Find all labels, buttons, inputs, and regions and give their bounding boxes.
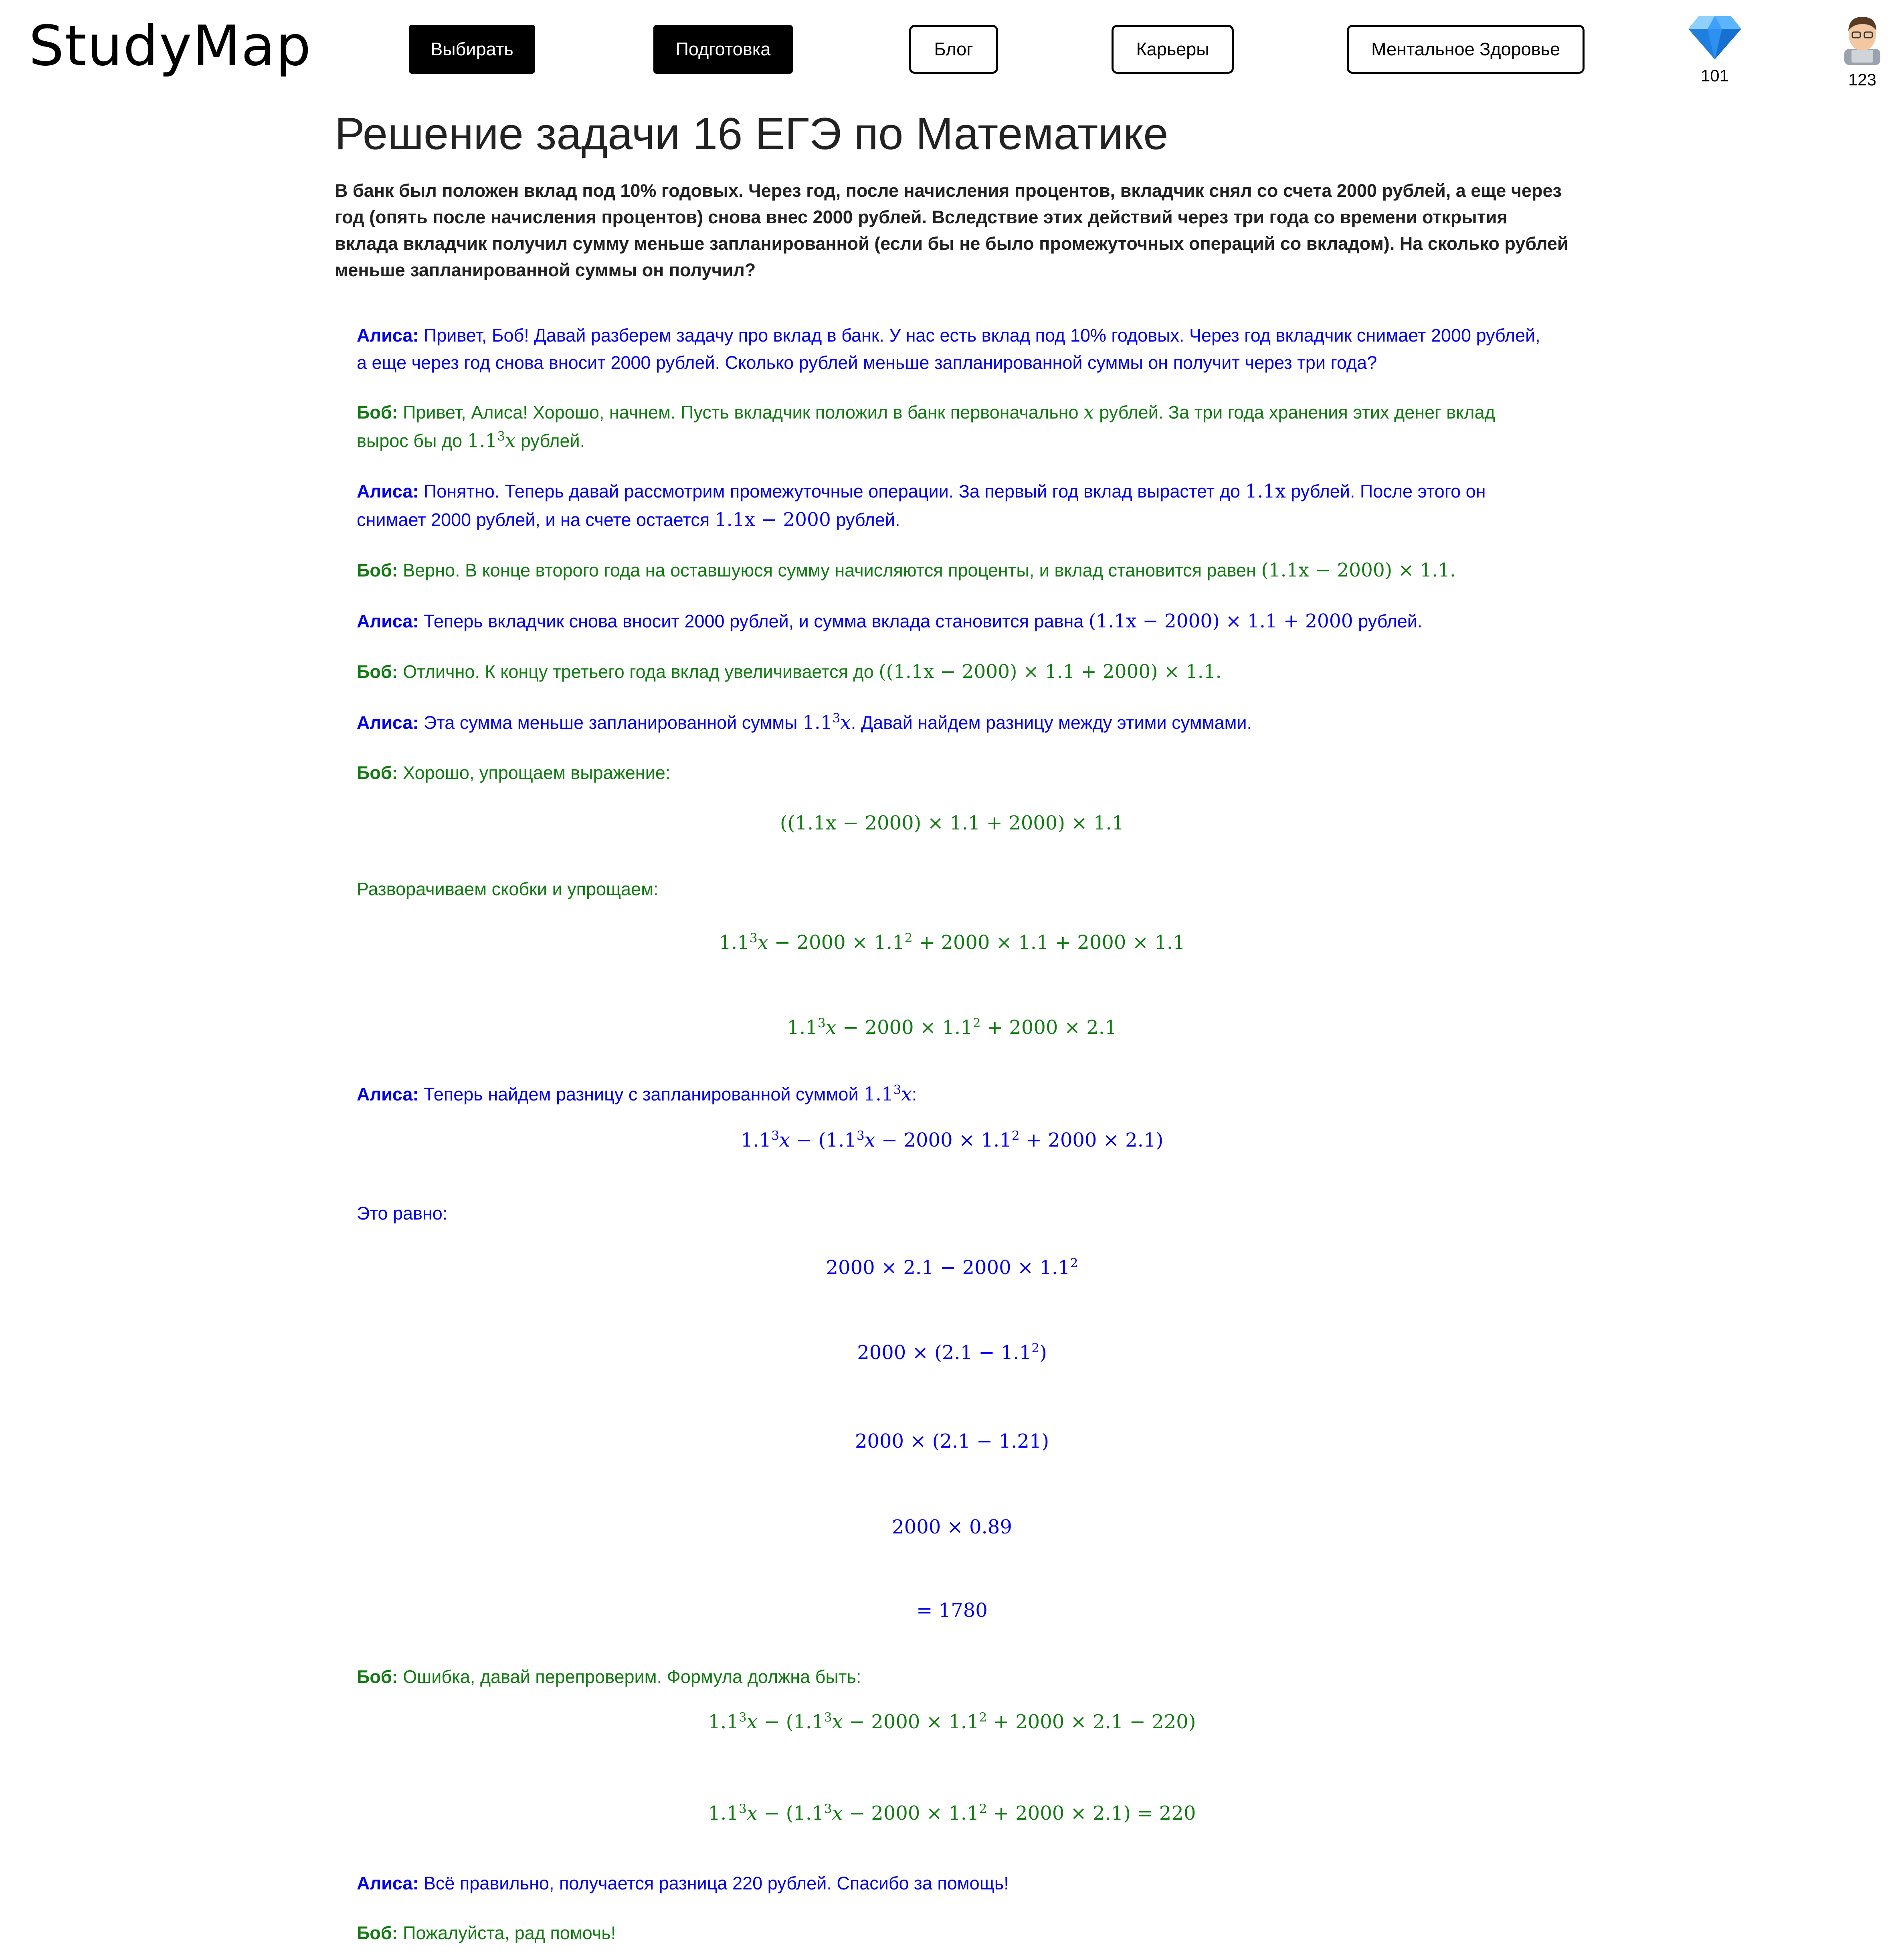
message-text: рублей. (831, 509, 900, 530)
math-inline: ((1.1x − 2000) × 1.1 + 2000) × 1.1. (879, 661, 1222, 683)
math-equation: 2000 × (2.1 − 1.12) (857, 1341, 1047, 1364)
speaker-bob: Боб: (357, 1922, 398, 1943)
dialog-message: Алиса: Теперь вкладчик снова вносит 2000… (357, 607, 1547, 636)
dialog-message: Алиса: Привет, Боб! Давай разберем задач… (357, 322, 1547, 376)
main-content: Решение задачи 16 ЕГЭ по Математике В ба… (335, 108, 1569, 1958)
profile-counter[interactable]: 123 (1826, 13, 1898, 89)
math-inline: 1.1x (1245, 480, 1286, 503)
nav-mental-health-button[interactable]: Ментальное Здоровье (1347, 25, 1585, 74)
speaker-bob: Боб: (357, 1666, 398, 1687)
math-equation: 1.13x − 2000 × 1.12 + 2000 × 2.1 (787, 1016, 1117, 1039)
message-text: Отлично. К концу третьего года вклад уве… (403, 661, 879, 682)
message-text: Пожалуйста, рад помочь! (403, 1922, 616, 1943)
math-equation: 1.13x − 2000 × 1.12 + 2000 × 1.1 + 2000 … (719, 930, 1185, 954)
studymap-logo[interactable]: StudyMap (29, 14, 312, 78)
speaker-bob: Боб: (357, 402, 398, 423)
math-inline: (1.1x − 2000) × 1.1. (1261, 559, 1456, 582)
message-text: Теперь вкладчик снова вносит 2000 рублей… (423, 611, 1089, 631)
message-text: Разворачиваем скобки и упрощаем: (357, 879, 659, 900)
math-inline: 1.13x (467, 429, 516, 452)
math-inline: 1.13x (863, 1082, 912, 1105)
message-text: : (912, 1084, 917, 1104)
math-equation: 2000 × (2.1 − 1.21) (855, 1430, 1049, 1452)
speaker-alice: Алиса: (357, 325, 419, 346)
math-equation: 1.13x − (1.13x − 2000 × 1.12 + 2000 × 2.… (708, 1710, 1196, 1733)
message-text: Привет, Алиса! Хорошо, начнем. Пусть вкл… (403, 402, 1084, 423)
message-text: Это равно: (357, 1203, 448, 1224)
speaker-alice: Алиса: (357, 1873, 419, 1894)
speaker-alice: Алиса: (357, 481, 419, 502)
dialog-message: Алиса: Теперь найдем разницу с запланиро… (357, 1080, 1547, 1623)
top-navigation: StudyMap Выбирать Подготовка Блог Карьер… (0, 0, 1904, 100)
dialog-message: Боб: Отлично. К концу третьего года вкла… (357, 658, 1547, 686)
profile-count: 123 (1848, 70, 1877, 89)
speaker-alice: Алиса: (357, 611, 419, 631)
message-text: Ошибка, давай перепроверим. Формула долж… (403, 1666, 861, 1687)
speaker-bob: Боб: (357, 763, 398, 783)
message-text: Верно. В конце второго года на оставшуюс… (403, 560, 1261, 581)
dialog-message: Боб: Привет, Алиса! Хорошо, начнем. Пуст… (357, 398, 1547, 455)
dialog-message: Алиса: Понятно. Теперь давай рассмотрим … (357, 477, 1547, 534)
page-title: Решение задачи 16 ЕГЭ по Математике (335, 109, 1168, 159)
message-text: Привет, Боб! Давай разберем задачу про в… (357, 325, 1540, 373)
speaker-bob: Боб: (357, 661, 398, 682)
nav-preparation-button[interactable]: Подготовка (653, 25, 793, 74)
message-text: рублей. (515, 430, 585, 451)
dialog-message: Боб: Ошибка, давай перепроверим. Формула… (357, 1663, 1547, 1826)
nav-choose-button[interactable]: Выбирать (409, 25, 535, 74)
problem-statement: В банк был положен вклад под 10% годовых… (335, 180, 1568, 281)
dialog-message: Боб: Верно. В конце второго года на оста… (357, 556, 1547, 585)
nav-careers-button[interactable]: Карьеры (1112, 25, 1234, 74)
dialog-message: Алиса: Всё правильно, получается разница… (357, 1870, 1547, 1897)
speaker-bob: Боб: (357, 560, 398, 581)
speaker-alice: Алиса: (357, 712, 419, 733)
nav-blog-button[interactable]: Блог (909, 25, 998, 74)
dialog-message: Алиса: Эта сумма меньше запланированной … (357, 709, 1547, 737)
math-inline: x (1083, 401, 1094, 424)
math-inline: 1.13x (802, 711, 851, 734)
avatar-icon (1844, 17, 1880, 65)
math-equation: 1.13x − (1.13x − 2000 × 1.12 + 2000 × 2.… (708, 1801, 1196, 1824)
math-equation: ((1.1x − 2000) × 1.1 + 2000) × 1.1 (780, 811, 1124, 834)
message-text: Хорошо, упрощаем выражение: (403, 763, 671, 783)
math-equation: 2000 × 2.1 − 2000 × 1.12 (826, 1256, 1078, 1279)
message-text: Эта сумма меньше запланированной суммы (423, 712, 802, 733)
message-text: . Давай найдем разницу между этими сумма… (851, 712, 1252, 733)
message-text: Теперь найдем разницу с запланированной … (423, 1084, 864, 1104)
gems-count: 101 (1700, 66, 1729, 85)
message-text: рублей. (1353, 611, 1423, 631)
math-inline: 1.1x − 2000 (714, 508, 831, 531)
gems-counter[interactable]: 101 (1679, 13, 1751, 85)
speaker-alice: Алиса: (357, 1084, 419, 1104)
math-equation: 2000 × 0.89 (892, 1516, 1012, 1539)
message-text: Всё правильно, получается разница 220 ру… (423, 1873, 1009, 1894)
message-text: Понятно. Теперь давай рассмотрим промежу… (423, 481, 1245, 502)
dialog-message: Боб: Пожалуйста, рад помочь! (357, 1920, 1547, 1947)
math-inline: (1.1x − 2000) × 1.1 + 2000 (1088, 610, 1353, 632)
dialog: Алиса: Привет, Боб! Давай разберем задач… (335, 322, 1547, 1946)
diamond-icon (1688, 16, 1741, 59)
math-equation: 1.13x − (1.13x − 2000 × 1.12 + 2000 × 2.… (740, 1129, 1164, 1152)
dialog-message: Боб: Хорошо, упрощаем выражение: ((1.1x … (357, 759, 1547, 1040)
math-equation: = 1780 (916, 1599, 988, 1622)
